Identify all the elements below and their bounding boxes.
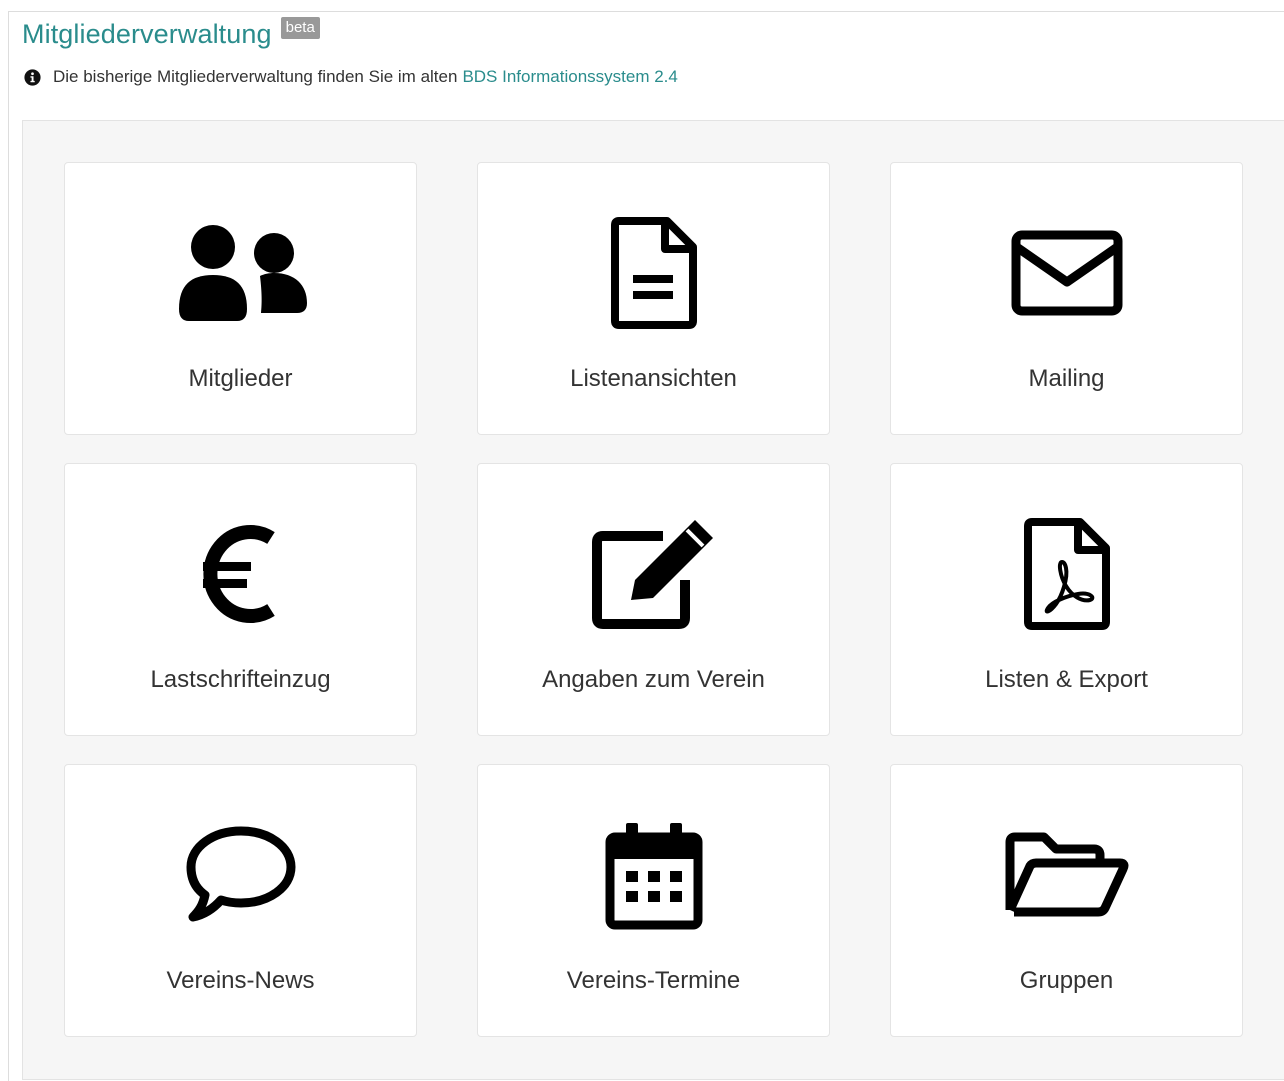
- tile-label: Angaben zum Verein: [542, 666, 765, 693]
- tile-listenansichten[interactable]: Listenansichten: [477, 162, 830, 435]
- tile-label: Lastschrifteinzug: [150, 666, 331, 693]
- edit-icon: [591, 520, 713, 629]
- tile-label: Listen & Export: [985, 666, 1148, 693]
- envelope-icon: [1011, 230, 1122, 316]
- info-text: Die bisherige Mitgliederverwaltung finde…: [53, 67, 458, 86]
- tile-angaben-zum-verein[interactable]: Angaben zum Verein: [477, 463, 830, 736]
- tile-label: Listenansichten: [570, 365, 737, 392]
- file-text-icon: [610, 217, 697, 329]
- info-notice: Die bisherige Mitgliederverwaltung finde…: [24, 67, 678, 87]
- tile-gruppen[interactable]: Gruppen: [890, 764, 1243, 1037]
- tile-vereins-termine[interactable]: Vereins-Termine: [477, 764, 830, 1037]
- beta-badge: beta: [280, 17, 320, 39]
- page-header: Mitgliederverwaltung beta: [22, 16, 320, 52]
- file-pdf-icon: [1023, 518, 1110, 630]
- bds-informationssystem-link[interactable]: BDS Informationssystem 2.4: [462, 67, 677, 87]
- users-icon: [178, 225, 307, 321]
- tile-mitglieder[interactable]: Mitglieder: [64, 162, 417, 435]
- euro-icon: [202, 525, 275, 623]
- tile-lastschrifteinzug[interactable]: Lastschrifteinzug: [64, 463, 417, 736]
- calendar-icon: [605, 823, 702, 930]
- tile-listen-export[interactable]: Listen & Export: [890, 463, 1243, 736]
- tile-label: Mitglieder: [188, 365, 293, 392]
- tile-label: Gruppen: [1019, 967, 1114, 994]
- tile-label: Vereins-News: [166, 967, 315, 994]
- comment-icon: [186, 826, 295, 922]
- folder-open-icon: [1005, 832, 1128, 917]
- info-circle-icon: [24, 68, 41, 86]
- page-title: Mitgliederverwaltung: [22, 19, 272, 49]
- tile-label: Mailing: [1028, 365, 1105, 392]
- tile-label: Vereins-Termine: [566, 967, 741, 994]
- tile-mailing[interactable]: Mailing: [890, 162, 1243, 435]
- tiles-panel: Mitglieder Listenansichten Mailing Lasts…: [22, 120, 1284, 1080]
- tile-vereins-news[interactable]: Vereins-News: [64, 764, 417, 1037]
